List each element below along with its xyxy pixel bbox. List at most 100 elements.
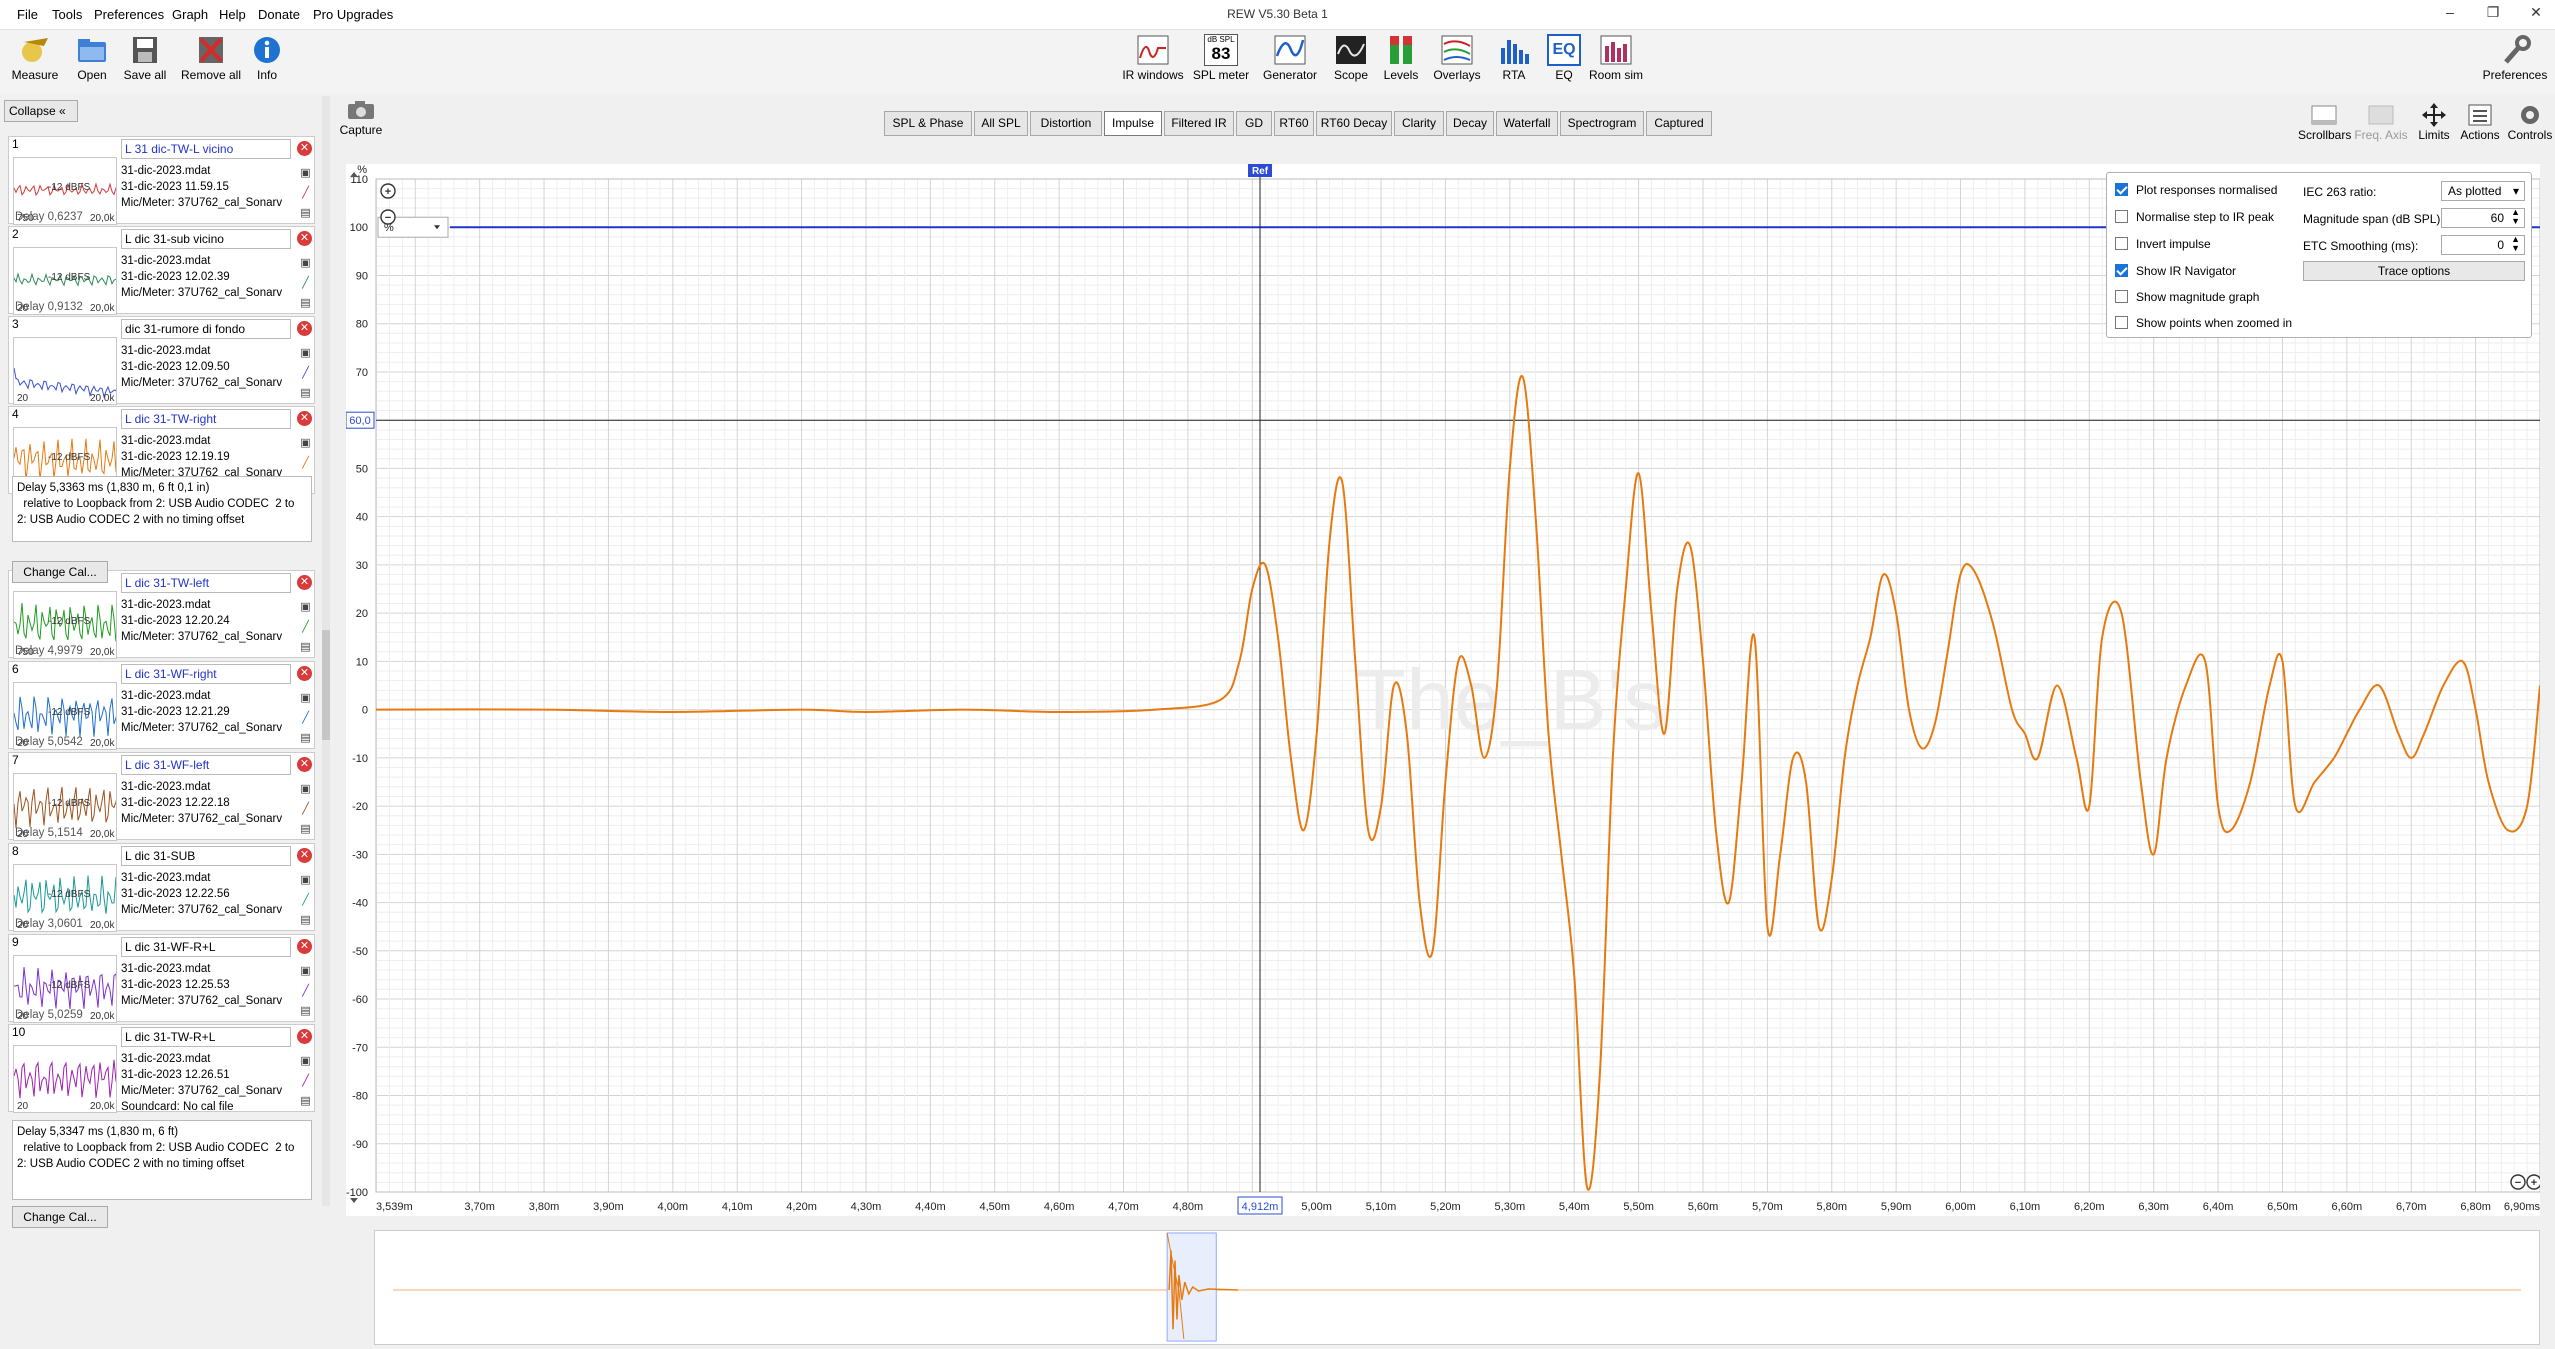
scroll-down-icon[interactable] (350, 1198, 358, 1203)
change-cal-button[interactable]: Change Cal... (12, 1206, 108, 1228)
measurement-thumbnail[interactable]: 20 20,0k (13, 337, 117, 405)
remove-measurement-button[interactable]: ✕ (297, 141, 312, 156)
measurement-name-field[interactable]: L dic 31-TW-left (121, 573, 291, 593)
tab-spl-phase[interactable]: SPL & Phase (884, 111, 972, 136)
save-measurement-icon[interactable]: ▣ (299, 167, 312, 180)
measurement-thumbnail[interactable]: 20 20,0k (13, 1045, 117, 1113)
actions-button[interactable]: Actions (2458, 100, 2502, 148)
save-all-button[interactable]: Save all (110, 30, 180, 90)
save-measurement-icon[interactable]: ▣ (299, 692, 312, 705)
iec-ratio-select[interactable]: As plotted ▾ (2441, 181, 2525, 201)
remove-measurement-button[interactable]: ✕ (297, 939, 312, 954)
trace-color-icon[interactable]: ╱ (299, 803, 312, 816)
tab-spectrogram[interactable]: Spectrogram (1560, 111, 1644, 136)
trace-color-icon[interactable]: ╱ (299, 277, 312, 290)
remove-measurement-button[interactable]: ✕ (297, 575, 312, 590)
sidebar-scrollbar[interactable] (322, 96, 330, 1206)
notes-icon[interactable]: ▤ (299, 1095, 312, 1108)
measurement-item[interactable]: 2 -12 dBFS 20 20,0k L dic 31-sub vicino ✕ 31-d… (8, 226, 315, 315)
show-points-checkbox[interactable] (2115, 316, 2128, 329)
notes-icon[interactable]: ▤ (299, 641, 312, 654)
save-measurement-icon[interactable]: ▣ (299, 783, 312, 796)
show-points-option[interactable]: Show points when zoomed in (2115, 316, 2292, 330)
measurement-item[interactable]: 10 20 20,0k L dic 31-TW-R+L ✕ 31-dic-2023.mda… (8, 1024, 315, 1113)
notes-icon[interactable]: ▤ (299, 732, 312, 745)
show-ir-navigator-option[interactable]: Show IR Navigator (2115, 264, 2236, 278)
remove-measurement-button[interactable]: ✕ (297, 231, 312, 246)
save-measurement-icon[interactable]: ▣ (299, 257, 312, 270)
trace-color-icon[interactable]: ╱ (299, 457, 312, 470)
measurement-name-field[interactable]: L dic 31-sub vicino (121, 229, 291, 249)
save-measurement-icon[interactable]: ▣ (299, 874, 312, 887)
show-ir-navigator-checkbox[interactable] (2115, 264, 2128, 277)
measurement-name-field[interactable]: L dic 31-WF-R+L (121, 937, 291, 957)
invert-impulse-checkbox[interactable] (2115, 237, 2128, 250)
trace-color-icon[interactable]: ╱ (299, 894, 312, 907)
save-measurement-icon[interactable]: ▣ (299, 1055, 312, 1068)
limits-button[interactable]: Limits (2413, 100, 2455, 148)
trace-color-icon[interactable]: ╱ (299, 187, 312, 200)
tab-captured[interactable]: Captured (1646, 111, 1712, 136)
measurement-name-field[interactable]: L dic 31-SUB (121, 846, 291, 866)
spinner-icon[interactable]: ▲ ▼ (2511, 208, 2520, 226)
info-button[interactable]: Info (232, 30, 302, 90)
room-sim-button[interactable]: Room sim (1581, 30, 1651, 90)
generator-button[interactable]: Generator (1255, 30, 1325, 90)
tab-decay[interactable]: Decay (1446, 111, 1494, 136)
notes-icon[interactable]: ▤ (299, 1005, 312, 1018)
etc-smoothing-input[interactable]: 0 ▲ ▼ (2441, 235, 2525, 255)
trace-color-icon[interactable]: ╱ (299, 985, 312, 998)
measurement-name-field[interactable]: L 31 dic-TW-L vicino (121, 139, 291, 159)
controls-button[interactable]: Controls (2506, 100, 2554, 148)
close-window-button[interactable]: ✕ (2521, 4, 2551, 26)
remove-measurement-button[interactable]: ✕ (297, 848, 312, 863)
measurement-item[interactable]: 6 -12 dBFS 20 20,0k L dic 31-WF-right ✕ 31-dic… (8, 661, 315, 750)
magnitude-span-input[interactable]: 60 ▲ ▼ (2441, 208, 2525, 228)
measurement-item[interactable]: 7 -12 dBFS 20 20,0k L dic 31-WF-left ✕ 31-dic-… (8, 752, 315, 841)
invert-impulse-option[interactable]: Invert impulse (2115, 237, 2211, 251)
show-magnitude-checkbox[interactable] (2115, 290, 2128, 303)
tab-distortion[interactable]: Distortion (1030, 111, 1102, 136)
measurement-name-field[interactable]: L dic 31-TW-right (121, 409, 291, 429)
tab-gd[interactable]: GD (1236, 111, 1272, 136)
notes-icon[interactable]: ▤ (299, 914, 312, 927)
save-measurement-icon[interactable]: ▣ (299, 437, 312, 450)
remove-measurement-button[interactable]: ✕ (297, 666, 312, 681)
trace-color-icon[interactable]: ╱ (299, 621, 312, 634)
remove-measurement-button[interactable]: ✕ (297, 757, 312, 772)
ir-windows-button[interactable]: IR windows (1118, 30, 1188, 90)
plot-normalised-checkbox[interactable] (2115, 183, 2128, 196)
measurement-name-field[interactable]: L dic 31-TW-R+L (121, 1027, 291, 1047)
measurement-item[interactable]: 3 20 20,0k dic 31-rumore di fondo ✕ 31-dic-20… (8, 316, 315, 405)
measurement-name-field[interactable]: dic 31-rumore di fondo (121, 319, 291, 339)
capture-button[interactable]: Capture (336, 100, 386, 144)
scrollbars-button[interactable]: Scrollbars (2298, 100, 2351, 148)
normalise-step-checkbox[interactable] (2115, 210, 2128, 223)
remove-measurement-button[interactable]: ✕ (297, 321, 312, 336)
tab-rt60[interactable]: RT60 (1274, 111, 1314, 136)
trace-color-icon[interactable]: ╱ (299, 1075, 312, 1088)
save-measurement-icon[interactable]: ▣ (299, 347, 312, 360)
spinner-icon[interactable]: ▲ ▼ (2511, 235, 2520, 253)
tab-all-spl[interactable]: All SPL (974, 111, 1028, 136)
trace-color-icon[interactable]: ╱ (299, 367, 312, 380)
show-magnitude-option[interactable]: Show magnitude graph (2115, 290, 2259, 304)
measurement-item[interactable]: 8 -12 dBFS 20 20,0k L dic 31-SUB ✕ 31-dic-2023… (8, 843, 315, 932)
notes-icon[interactable]: ▤ (299, 823, 312, 836)
measurement-name-field[interactable]: L dic 31-WF-right (121, 664, 291, 684)
notes-icon[interactable]: ▤ (299, 207, 312, 220)
minimize-button[interactable]: – (2435, 4, 2465, 26)
measurement-item[interactable]: 5-12 dBFS75020,0kL dic 31-TW-left✕31-dic… (8, 570, 315, 659)
ir-navigator[interactable] (374, 1230, 2540, 1345)
tab-waterfall[interactable]: Waterfall (1496, 111, 1558, 136)
tab-impulse[interactable]: Impulse (1104, 111, 1162, 136)
trace-options-button[interactable]: Trace options (2303, 261, 2525, 281)
remove-measurement-button[interactable]: ✕ (297, 411, 312, 426)
normalise-step-option[interactable]: Normalise step to IR peak (2115, 210, 2274, 224)
sidebar-scroll-thumb[interactable] (322, 630, 330, 740)
save-measurement-icon[interactable]: ▣ (299, 601, 312, 614)
tab-rt60-decay[interactable]: RT60 Decay (1316, 111, 1392, 136)
preferences-button[interactable]: Preferences (2480, 30, 2550, 90)
notes-icon[interactable]: ▤ (299, 297, 312, 310)
change-cal-button[interactable]: Change Cal... (12, 561, 108, 583)
